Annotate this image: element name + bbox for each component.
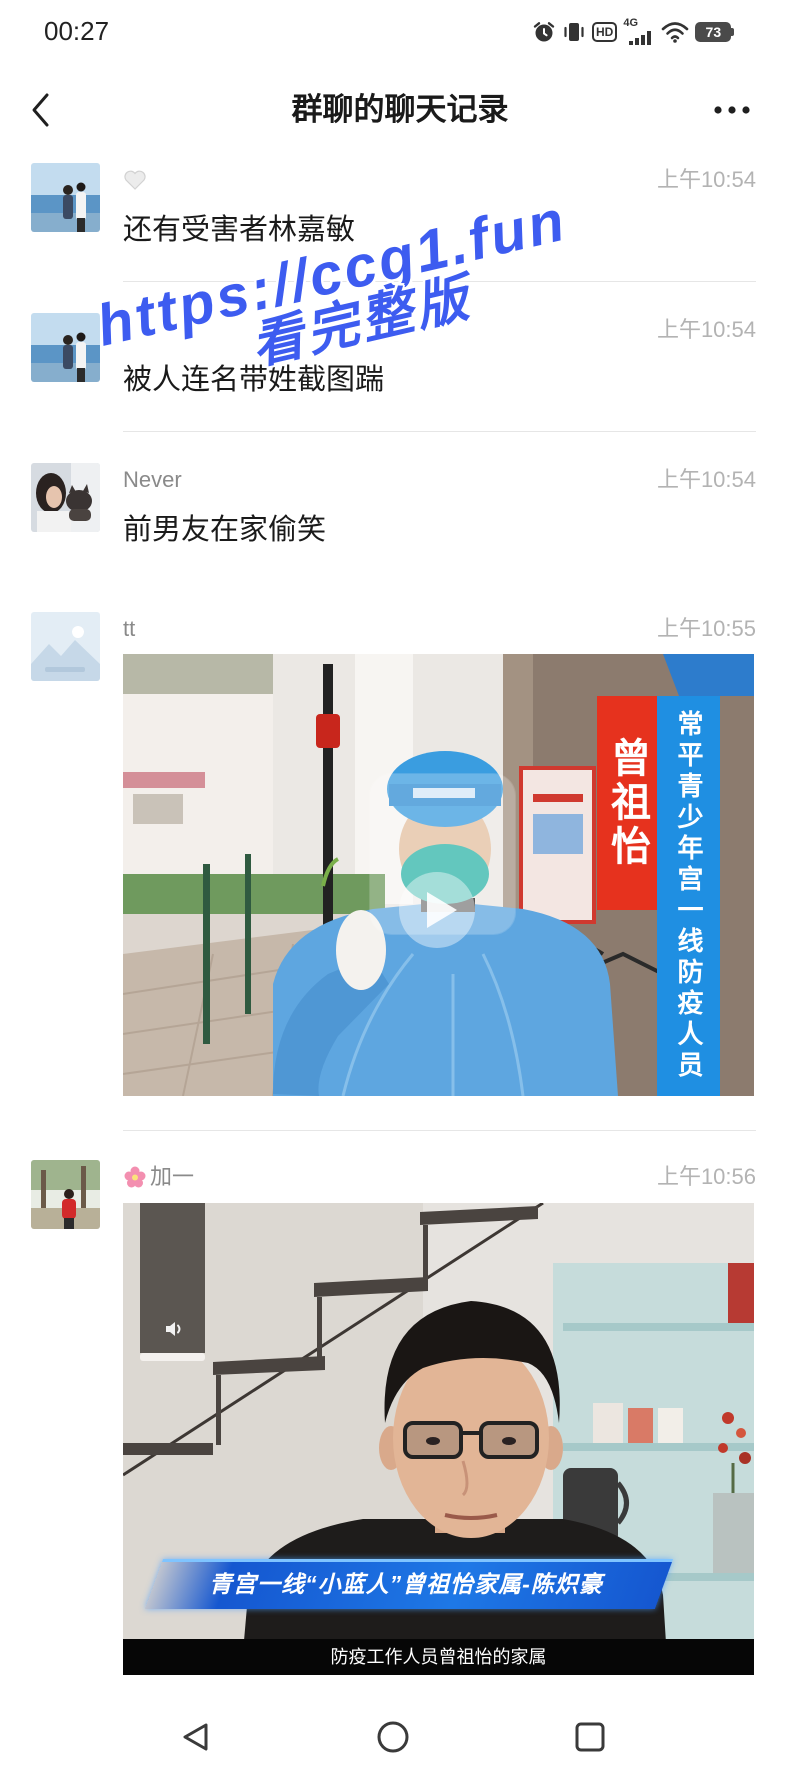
- battery-level: 73: [695, 22, 732, 42]
- nav-recent-apps-button[interactable]: [570, 1717, 610, 1757]
- vibrate-icon: [562, 20, 586, 44]
- banner-text: 青宫一线“小蓝人”曾祖怡家属-陈炽豪: [209, 1571, 603, 1597]
- sender-name: Never: [123, 467, 182, 492]
- message-text[interactable]: 前男友在家偷笑: [123, 511, 326, 549]
- speaker-icon: [166, 1322, 181, 1336]
- message-time: 上午10:54: [656, 467, 756, 492]
- more-dots-icon: [714, 106, 750, 114]
- role-caption-blue: 常平青少年宫一线防疫人员: [657, 696, 720, 1096]
- play-icon: [399, 872, 475, 948]
- page-title: 群聊的聊天记录: [291, 92, 509, 127]
- message-text[interactable]: 还有受害者林嘉敏: [123, 211, 355, 249]
- message-time: 上午10:54: [656, 167, 756, 192]
- message-text[interactable]: 被人连名带姓截图踹: [123, 361, 384, 399]
- status-icons: HD 4G 73: [532, 15, 735, 49]
- sender-name: [123, 166, 147, 191]
- mute-button[interactable]: [163, 1317, 187, 1341]
- sender-name: 加一: [123, 1163, 194, 1191]
- wifi-icon: [661, 21, 689, 43]
- hd-icon: HD: [592, 22, 618, 42]
- signal-icon: 4G: [623, 17, 655, 45]
- video-thumbnail[interactable]: 曾祖怡 常平青少年宫一线防疫人员: [123, 654, 754, 1096]
- status-time: 00:27: [44, 16, 110, 46]
- battery-icon: 73: [695, 22, 735, 42]
- message-time: 上午10:55: [656, 616, 756, 641]
- back-triangle-icon: [183, 1723, 208, 1751]
- white-heart-icon: [124, 170, 146, 190]
- avatar[interactable]: [31, 163, 100, 232]
- more-button[interactable]: [712, 104, 752, 116]
- divider: [123, 281, 756, 282]
- nav-back-button[interactable]: [176, 1717, 216, 1757]
- alarm-clock-icon: [532, 20, 556, 44]
- divider: [123, 431, 756, 432]
- video-title-banner: 青宫一线“小蓝人”曾祖怡家属-陈炽豪: [140, 1559, 674, 1609]
- sender-name: tt: [123, 616, 136, 641]
- nav-home-button[interactable]: [373, 1717, 413, 1757]
- pink-flower-icon: [124, 1166, 146, 1188]
- battery-nub: [731, 28, 735, 36]
- network-type-label: 4G: [623, 17, 639, 29]
- video-subtitle: 防疫工作人员曾祖怡的家属: [330, 1647, 547, 1667]
- divider: [123, 1130, 756, 1131]
- home-circle-icon: [377, 1721, 409, 1753]
- recent-apps-square-icon: [575, 1722, 605, 1752]
- avatar[interactable]: [31, 313, 100, 382]
- message-time: 上午10:56: [656, 1164, 756, 1189]
- avatar[interactable]: [31, 1160, 100, 1229]
- sender-name-text: 加一: [150, 1164, 195, 1189]
- avatar[interactable]: [31, 463, 100, 532]
- play-button[interactable]: [397, 870, 477, 950]
- video-thumbnail[interactable]: 青宫一线“小蓝人”曾祖怡家属-陈炽豪 防疫工作人员曾祖怡的家属: [123, 1203, 754, 1675]
- name-caption-red: 曾祖怡: [597, 696, 657, 910]
- message-time: 上午10:54: [656, 317, 756, 342]
- avatar-placeholder[interactable]: [31, 612, 100, 681]
